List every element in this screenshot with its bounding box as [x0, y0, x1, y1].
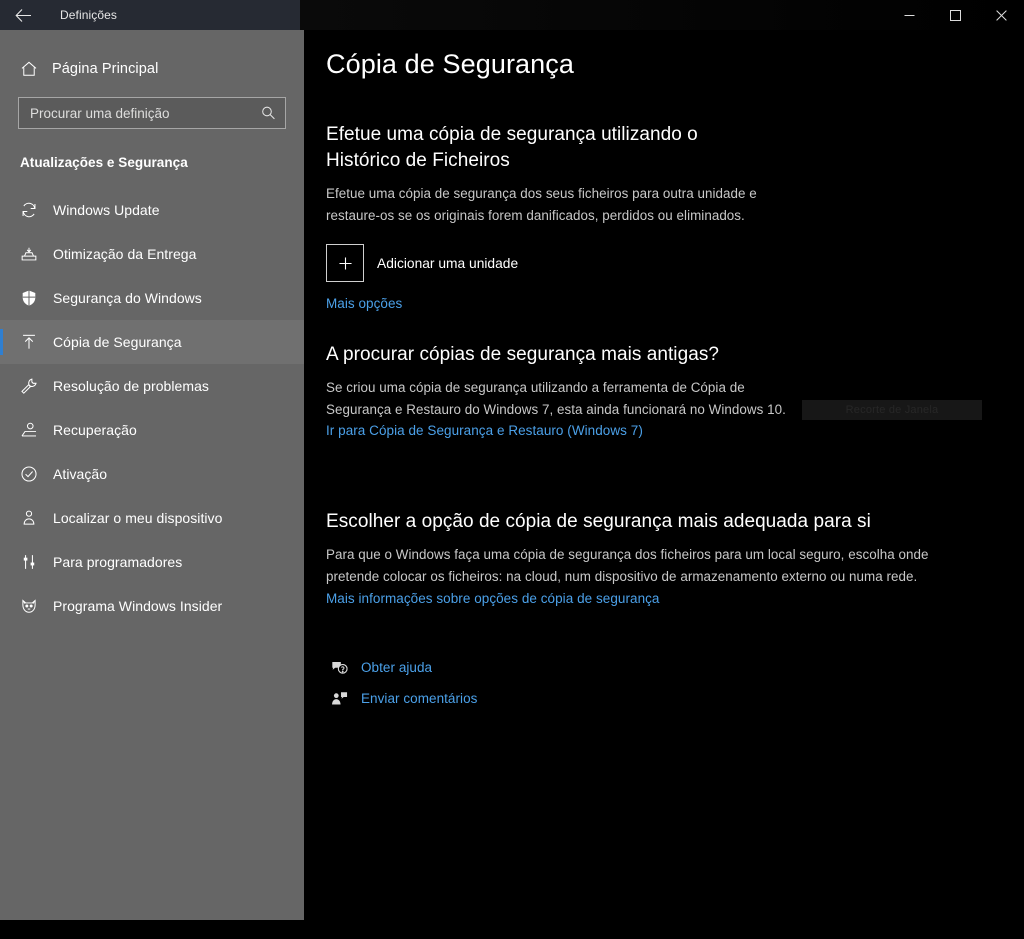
- sidebar-home-label: Página Principal: [52, 61, 159, 77]
- window-snip-ghost-overlay: Recorte de Janela: [802, 400, 982, 420]
- sidebar-item-label: Para programadores: [53, 554, 183, 570]
- section-file-history-heading: Efetue uma cópia de segurança utilizando…: [326, 124, 698, 171]
- section-choose-option: Escolher a opção de cópia de segurança m…: [326, 509, 998, 608]
- insider-cat-icon: [20, 597, 48, 615]
- page-title: Cópia de Segurança: [326, 49, 574, 79]
- settings-window: Definições Página Principal Procurar uma…: [0, 0, 1024, 920]
- add-drive-label: Adicionar uma unidade: [377, 255, 519, 271]
- upload-arrow-icon: [20, 333, 48, 351]
- section-older-backups-heading: A procurar cópias de segurança mais anti…: [326, 344, 719, 365]
- more-options-link[interactable]: Mais opções: [326, 296, 402, 311]
- sidebar-item-troubleshoot[interactable]: Resolução de problemas: [0, 364, 304, 408]
- sidebar-nav: Windows Update Otimização da Entrega Seg…: [0, 188, 304, 628]
- sidebar-item-label: Otimização da Entrega: [53, 246, 197, 262]
- section-choose-option-body: Para que o Windows faça uma cópia de seg…: [326, 547, 929, 584]
- sidebar-item-label: Localizar o meu dispositivo: [53, 510, 223, 526]
- sidebar-item-for-developers[interactable]: Para programadores: [0, 540, 304, 584]
- section-older-backups: A procurar cópias de segurança mais anti…: [326, 342, 998, 440]
- sidebar-item-label: Cópia de Segurança: [53, 334, 182, 350]
- get-help-link[interactable]: Obter ajuda: [352, 660, 432, 675]
- sidebar-item-recovery[interactable]: Recuperação: [0, 408, 304, 452]
- shield-icon: [20, 289, 48, 307]
- sidebar: Página Principal Atualizações e Seguranç…: [0, 0, 304, 920]
- sidebar-item-home[interactable]: Página Principal: [0, 49, 304, 89]
- section-older-backups-body: Se criou uma cópia de segurança utilizan…: [326, 380, 786, 417]
- window-controls: [886, 0, 1024, 30]
- sidebar-item-windows-insider[interactable]: Programa Windows Insider: [0, 584, 304, 628]
- sidebar-item-label: Segurança do Windows: [53, 290, 202, 306]
- get-help-row[interactable]: Obter ajuda: [326, 652, 998, 682]
- add-drive-button[interactable]: Adicionar uma unidade: [326, 244, 998, 282]
- sidebar-item-find-my-device[interactable]: Localizar o meu dispositivo: [0, 496, 304, 540]
- delivery-icon: [20, 245, 48, 263]
- sidebar-category-title: Atualizações e Segurança: [20, 155, 188, 170]
- section-file-history-body: Efetue uma cópia de segurança dos seus f…: [326, 186, 757, 223]
- window-title: Definições: [60, 8, 118, 22]
- section-choose-option-heading: Escolher a opção de cópia de segurança m…: [326, 511, 871, 532]
- backup-options-info-link[interactable]: Mais informações sobre opções de cópia d…: [326, 591, 660, 606]
- search-box[interactable]: [18, 97, 286, 129]
- sidebar-item-windows-security[interactable]: Segurança do Windows: [0, 276, 304, 320]
- sidebar-item-activation[interactable]: Ativação: [0, 452, 304, 496]
- check-circle-icon: [20, 465, 48, 483]
- back-arrow-icon[interactable]: [0, 0, 46, 30]
- send-feedback-row[interactable]: Enviar comentários: [326, 683, 998, 713]
- send-feedback-link[interactable]: Enviar comentários: [352, 691, 477, 706]
- refresh-icon: [20, 201, 48, 219]
- wrench-icon: [20, 377, 48, 395]
- feedback-person-icon: [326, 690, 352, 707]
- recovery-icon: [20, 421, 48, 439]
- sidebar-item-label: Ativação: [53, 466, 108, 482]
- sidebar-item-backup[interactable]: Cópia de Segurança: [0, 320, 304, 364]
- title-bar: Definições: [0, 0, 1024, 30]
- search-input[interactable]: [19, 98, 285, 128]
- sidebar-item-label: Windows Update: [53, 202, 160, 218]
- search-icon[interactable]: [261, 106, 276, 121]
- sidebar-item-label: Recuperação: [53, 422, 137, 438]
- windows7-backup-restore-link[interactable]: Ir para Cópia de Segurança e Restauro (W…: [326, 423, 643, 438]
- sidebar-item-windows-update[interactable]: Windows Update: [0, 188, 304, 232]
- minimize-icon[interactable]: [886, 0, 932, 30]
- sidebar-item-label: Programa Windows Insider: [53, 598, 223, 614]
- plus-icon: [326, 244, 364, 282]
- maximize-icon[interactable]: [932, 0, 978, 30]
- help-chat-icon: [326, 659, 352, 676]
- close-icon[interactable]: [978, 0, 1024, 30]
- sidebar-item-delivery-optimization[interactable]: Otimização da Entrega: [0, 232, 304, 276]
- section-file-history: Efetue uma cópia de segurança utilizando…: [326, 122, 998, 313]
- home-icon: [20, 60, 46, 78]
- person-pin-icon: [20, 509, 48, 527]
- main-content: Cópia de Segurança Efetue uma cópia de s…: [304, 0, 1024, 920]
- sidebar-item-label: Resolução de problemas: [53, 378, 209, 394]
- help-links: Obter ajuda Enviar comentários: [326, 652, 998, 713]
- developer-tools-icon: [20, 553, 48, 571]
